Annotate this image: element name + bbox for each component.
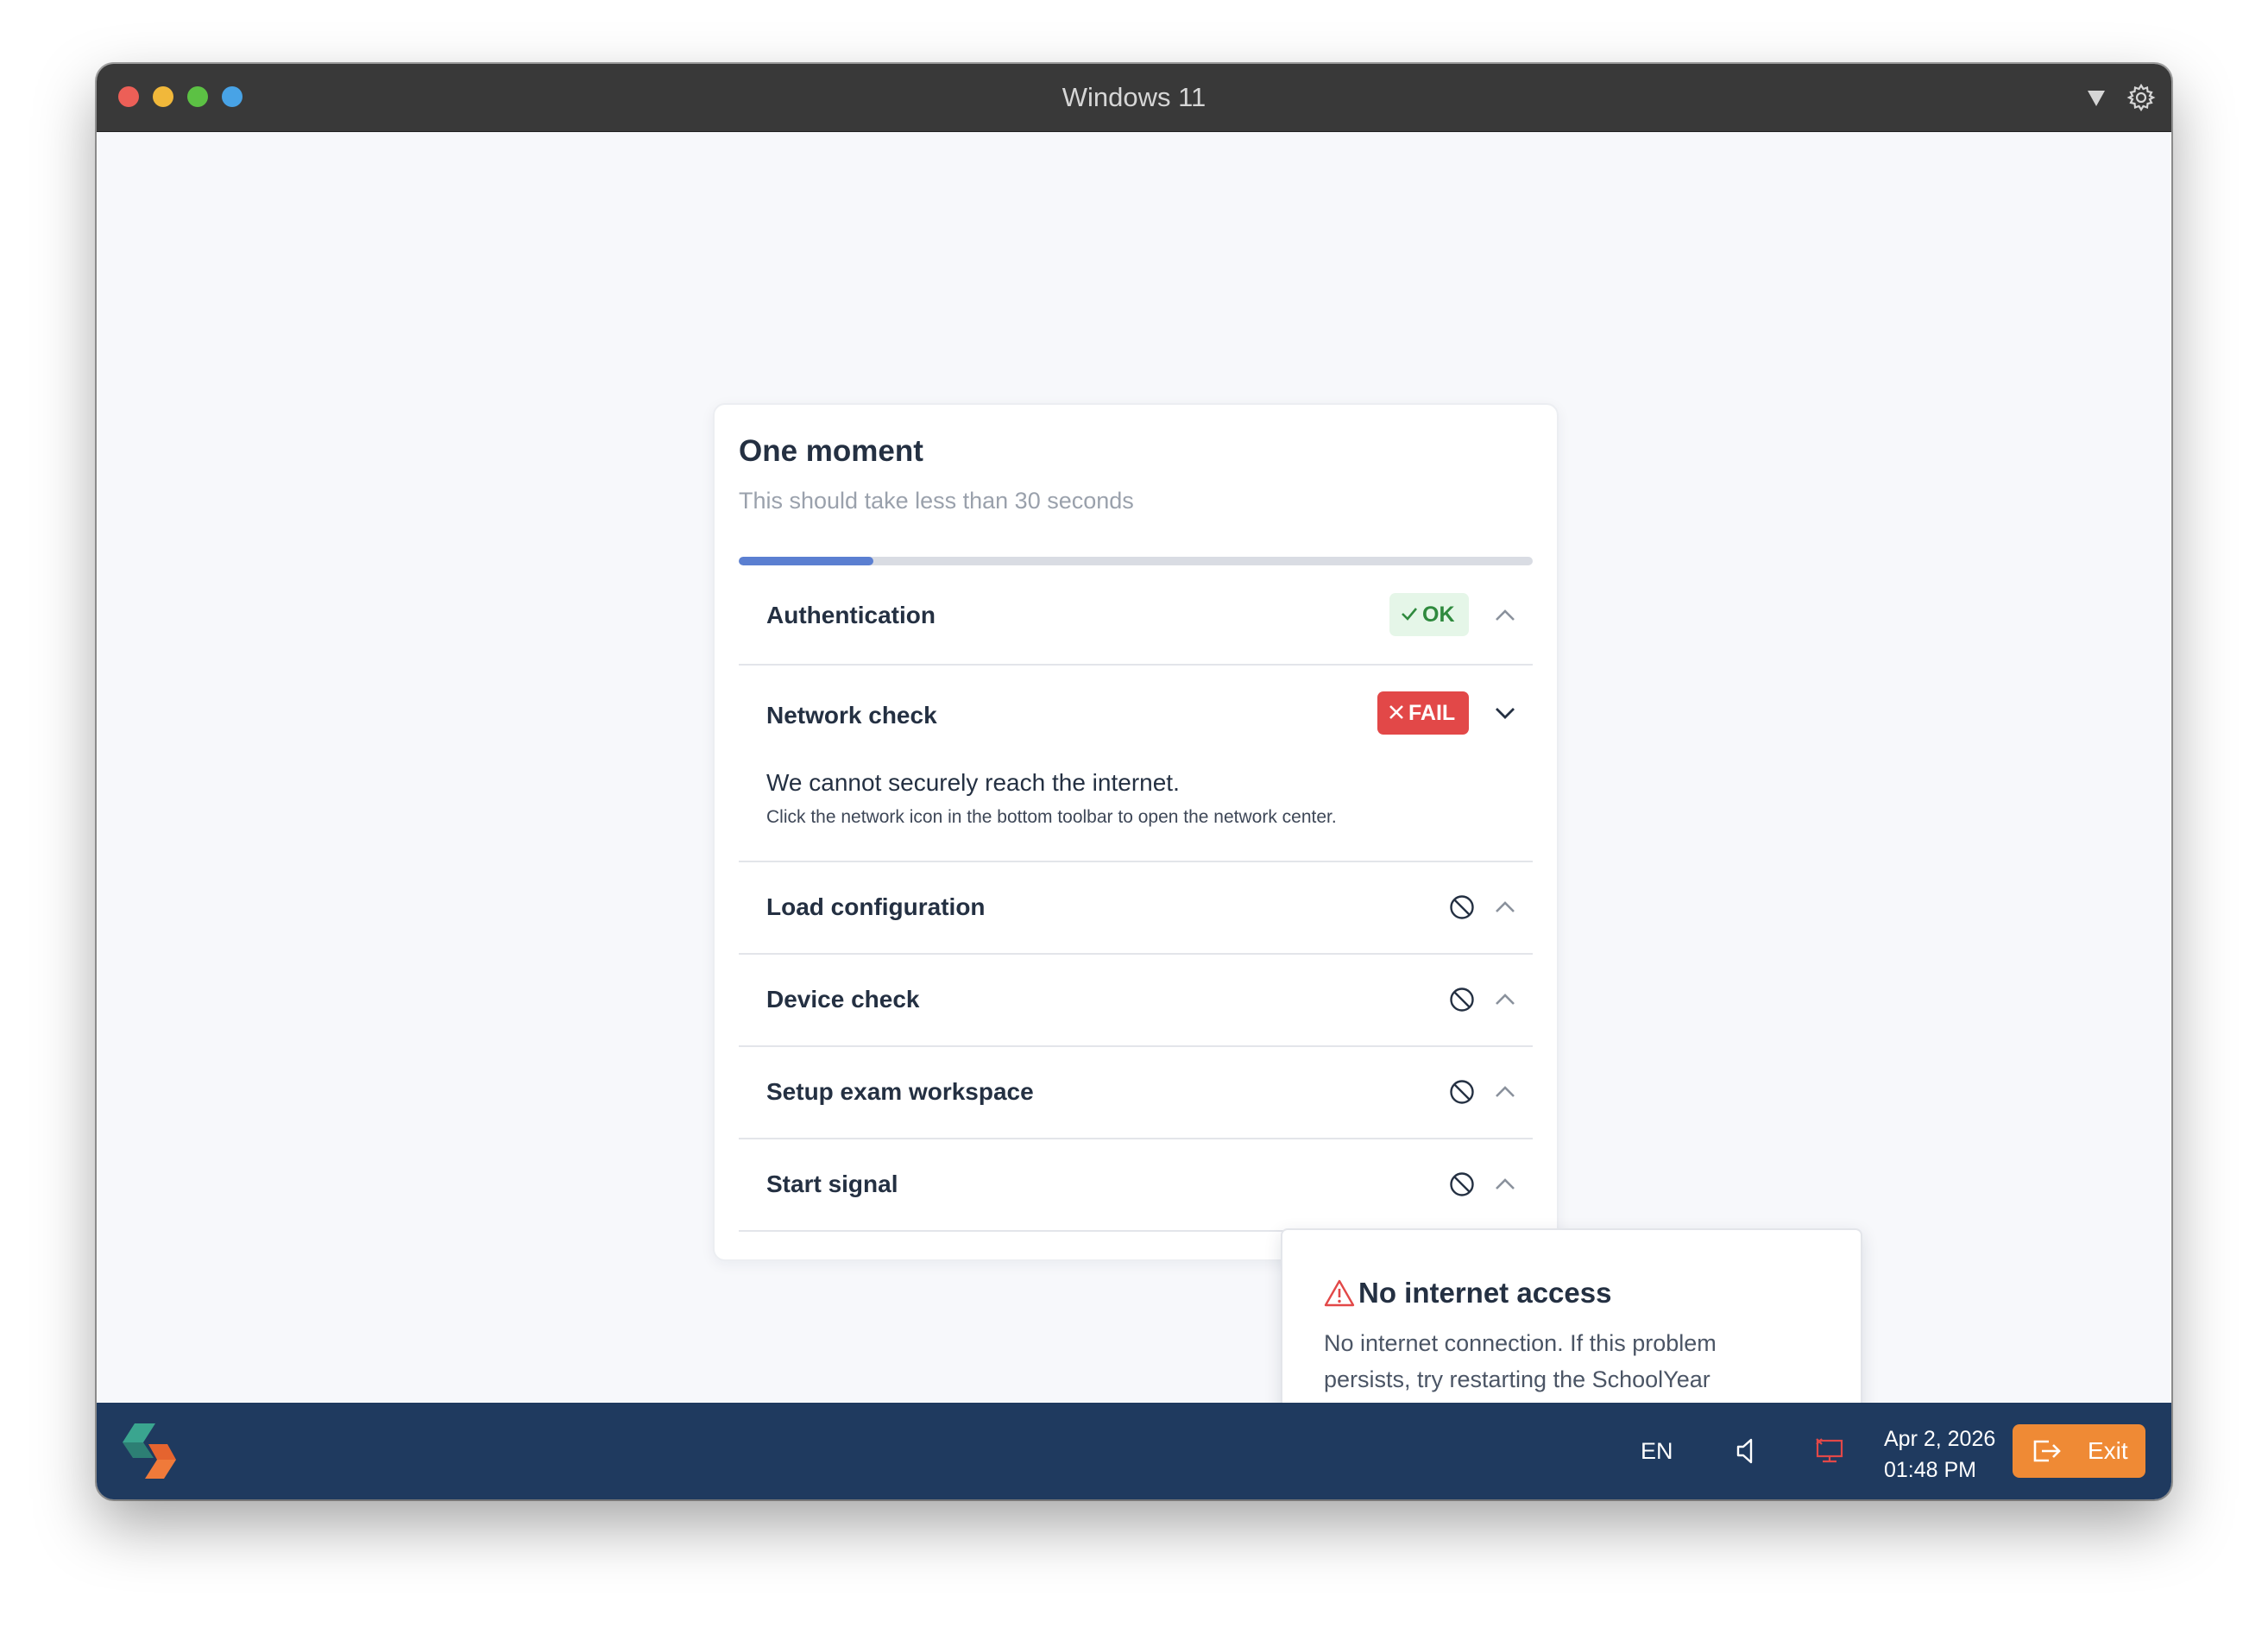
step-label: Authentication: [766, 602, 936, 628]
step-network-check[interactable]: Network check FAIL We cannot securely re…: [739, 664, 1533, 862]
popover-title: No internet access: [1358, 1277, 1612, 1309]
chevron-up-icon[interactable]: [1492, 987, 1518, 1013]
blocked-icon: [1450, 895, 1474, 919]
step-setup-exam-workspace[interactable]: Setup exam workspace: [739, 1045, 1533, 1139]
status-text: FAIL: [1408, 701, 1456, 725]
warning-icon: [1324, 1279, 1355, 1307]
speaker-icon[interactable]: [1733, 1436, 1764, 1467]
gear-icon[interactable]: [2126, 83, 2156, 112]
step-device-check[interactable]: Device check: [739, 953, 1533, 1047]
blocked-icon: [1450, 1172, 1474, 1196]
status-badge-fail: FAIL: [1377, 691, 1469, 735]
chevron-up-icon[interactable]: [1492, 603, 1518, 628]
content-area: One moment This should take less than 30…: [97, 132, 2171, 1499]
date-text: Apr 2, 2026: [1884, 1427, 1996, 1451]
language-indicator[interactable]: EN: [1641, 1403, 1673, 1499]
step-error-hint: Click the network icon in the bottom too…: [766, 807, 1337, 827]
clock: Apr 2, 2026 01:48 PM: [1884, 1423, 1995, 1486]
window-title: Windows 11: [1062, 82, 1206, 112]
exit-button[interactable]: Exit: [2013, 1424, 2145, 1478]
close-icon: [1389, 705, 1403, 720]
chevron-up-icon[interactable]: [1492, 1079, 1518, 1105]
blocked-icon: [1450, 988, 1474, 1012]
bottom-toolbar: EN Apr 2, 2026 01:48 PM Exit: [97, 1403, 2171, 1499]
step-label: Start signal: [766, 1171, 898, 1197]
step-error-message: We cannot securely reach the internet.: [766, 769, 1180, 796]
chevron-up-icon[interactable]: [1492, 894, 1518, 920]
vm-window: Windows 11 One moment This should take l…: [97, 64, 2171, 1499]
check-icon: [1402, 608, 1417, 622]
dropdown-icon[interactable]: [2082, 83, 2111, 112]
schoolyear-logo: [123, 1423, 176, 1479]
progress-bar: [739, 557, 1533, 565]
card-title: One moment: [739, 434, 923, 468]
exit-label: Exit: [2088, 1437, 2128, 1464]
title-bar: Windows 11: [97, 64, 2171, 132]
time-text: 01:48 PM: [1884, 1458, 1977, 1482]
network-disconnected-icon[interactable]: [1813, 1436, 1846, 1467]
step-load-configuration[interactable]: Load configuration: [739, 861, 1533, 955]
step-label: Network check: [766, 702, 937, 729]
exit-icon: [2033, 1440, 2061, 1462]
step-label: Load configuration: [766, 893, 986, 920]
step-authentication[interactable]: Authentication OK: [739, 567, 1533, 666]
blocked-icon: [1450, 1080, 1474, 1104]
step-label: Device check: [766, 986, 920, 1013]
chevron-down-icon[interactable]: [1492, 700, 1518, 726]
card-subtitle: This should take less than 30 seconds: [739, 488, 1134, 514]
step-label: Setup exam workspace: [766, 1078, 1034, 1105]
progress-fill: [739, 557, 874, 565]
step-start-signal[interactable]: Start signal: [739, 1138, 1533, 1232]
startup-checks-card: One moment This should take less than 30…: [713, 403, 1559, 1261]
status-badge-ok: OK: [1389, 593, 1469, 636]
status-text: OK: [1422, 603, 1455, 627]
chevron-up-icon[interactable]: [1492, 1171, 1518, 1197]
